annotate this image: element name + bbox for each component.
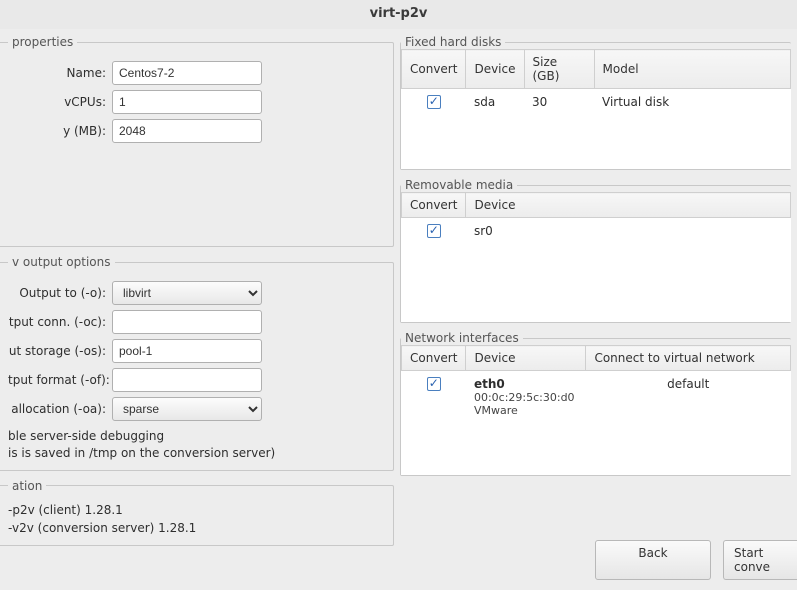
back-button[interactable]: Back (595, 540, 711, 580)
debug-line1: ble server-side debugging (8, 428, 385, 445)
col-device[interactable]: Device (466, 50, 524, 89)
cell-vendor: VMware (474, 404, 578, 417)
table-row[interactable]: sr0 (402, 218, 791, 248)
col-device[interactable]: Device (466, 346, 586, 371)
debug-line2: is is saved in /tmp on the conversion se… (8, 445, 385, 462)
output-conn-input[interactable] (112, 310, 262, 334)
output-storage-label: ut storage (-os): (8, 344, 112, 358)
removable-media-group: Removable media Convert Device sr0 (400, 178, 791, 323)
cell-device: sda (466, 89, 524, 119)
cell-size: 30 (524, 89, 594, 119)
info-server: -v2v (conversion server) 1.28.1 (8, 519, 385, 537)
cell-device: sr0 (466, 218, 791, 248)
output-storage-input[interactable] (112, 339, 262, 363)
col-convert[interactable]: Convert (402, 50, 466, 89)
col-size[interactable]: Size (GB) (524, 50, 594, 89)
information-group: ation -p2v (client) 1.28.1 -v2v (convers… (0, 479, 394, 546)
fixed-disks-legend: Fixed hard disks (401, 35, 505, 49)
convert-checkbox[interactable] (427, 377, 441, 391)
name-input[interactable] (112, 61, 262, 85)
convert-checkbox[interactable] (427, 95, 441, 109)
output-options-legend: v output options (8, 255, 115, 269)
output-format-input[interactable] (112, 368, 262, 392)
output-alloc-select[interactable]: sparse (112, 397, 262, 421)
network-interfaces-group: Network interfaces Convert Device Connec… (400, 331, 791, 476)
memory-label: y (MB): (8, 124, 112, 138)
output-alloc-label: allocation (-oa): (8, 402, 112, 416)
col-device[interactable]: Device (466, 193, 791, 218)
table-row[interactable]: sda 30 Virtual disk (402, 89, 791, 119)
fixed-disks-table: Convert Device Size (GB) Model sda 30 Vi… (401, 49, 791, 118)
table-row[interactable]: eth0 00:0c:29:5c:30:d0 VMware default (402, 371, 791, 424)
start-conversion-button[interactable]: Start conve (723, 540, 797, 580)
vcpus-input[interactable] (112, 90, 262, 114)
properties-group: properties Name: vCPUs: y (MB): (0, 35, 394, 247)
output-options-group: v output options Output to (-o): libvirt… (0, 255, 394, 471)
window-title: virt-p2v (0, 0, 797, 29)
removable-media-table: Convert Device sr0 (401, 192, 791, 247)
information-legend: ation (8, 479, 46, 493)
memory-input[interactable] (112, 119, 262, 143)
col-convert[interactable]: Convert (402, 193, 466, 218)
output-conn-label: tput conn. (-oc): (8, 315, 112, 329)
fixed-disks-group: Fixed hard disks Convert Device Size (GB… (400, 35, 791, 170)
output-to-label: Output to (-o): (8, 286, 112, 300)
col-connect[interactable]: Connect to virtual network (586, 346, 791, 371)
output-to-select[interactable]: libvirt (112, 281, 262, 305)
network-interfaces-legend: Network interfaces (401, 331, 523, 345)
network-interfaces-table: Convert Device Connect to virtual networ… (401, 345, 791, 423)
output-format-label: tput format (-of): (8, 373, 112, 387)
name-label: Name: (8, 66, 112, 80)
removable-media-legend: Removable media (401, 178, 517, 192)
info-client: -p2v (client) 1.28.1 (8, 501, 385, 519)
col-convert[interactable]: Convert (402, 346, 466, 371)
properties-legend: properties (8, 35, 77, 49)
cell-connect: default (586, 371, 791, 424)
col-model[interactable]: Model (594, 50, 791, 89)
cell-model: Virtual disk (594, 89, 791, 119)
cell-device: eth0 (474, 377, 578, 391)
vcpus-label: vCPUs: (8, 95, 112, 109)
convert-checkbox[interactable] (427, 224, 441, 238)
cell-mac: 00:0c:29:5c:30:d0 (474, 391, 578, 404)
